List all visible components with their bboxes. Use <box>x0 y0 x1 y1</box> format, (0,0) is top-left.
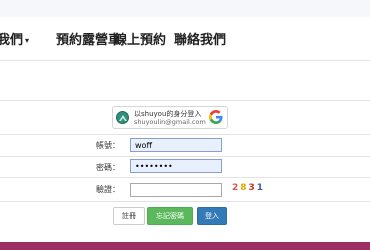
nav-item-contact[interactable]: 聯絡我們 <box>174 29 226 48</box>
nav-item-about-label: 我們 <box>0 33 24 48</box>
password-label: 密碼： <box>96 163 120 172</box>
row-divider <box>0 156 370 157</box>
captcha-digit: 1 <box>256 183 266 193</box>
google-g-icon <box>209 110 223 124</box>
password-field[interactable] <box>130 159 222 173</box>
footer-bar <box>0 242 370 250</box>
main-navbar: 我們 ▾ 預約露營車 線上預約 聯絡我們 <box>0 17 370 61</box>
nav-item-about[interactable]: 我們 ▾ <box>0 29 29 48</box>
captcha-field[interactable] <box>130 183 222 197</box>
username-label: 帳號： <box>96 141 120 150</box>
google-signin-button[interactable]: 以shuyou的身分登入 shuyoulin@gmail.com <box>112 106 228 129</box>
avatar <box>116 111 129 124</box>
row-divider <box>0 177 370 178</box>
login-button[interactable]: 登入 <box>197 207 227 225</box>
row-divider <box>0 100 370 101</box>
forgot-password-button[interactable]: 忘記密碼 <box>147 207 193 225</box>
top-strip <box>0 0 370 17</box>
register-button[interactable]: 註冊 <box>113 207 145 225</box>
username-field[interactable] <box>130 138 222 152</box>
captcha-digit: 8 <box>240 183 249 193</box>
captcha-image: 2831 <box>232 183 265 193</box>
captcha-digit: 3 <box>248 183 257 193</box>
google-account-email: shuyoulin@gmail.com <box>134 118 206 126</box>
captcha-label: 驗證： <box>96 185 120 194</box>
chevron-down-icon: ▾ <box>25 36 30 45</box>
nav-item-online-booking[interactable]: 線上預約 <box>114 29 166 48</box>
row-divider <box>0 201 370 202</box>
nav-item-book-camper[interactable]: 預約露營車 <box>56 29 121 48</box>
row-divider <box>0 134 370 135</box>
